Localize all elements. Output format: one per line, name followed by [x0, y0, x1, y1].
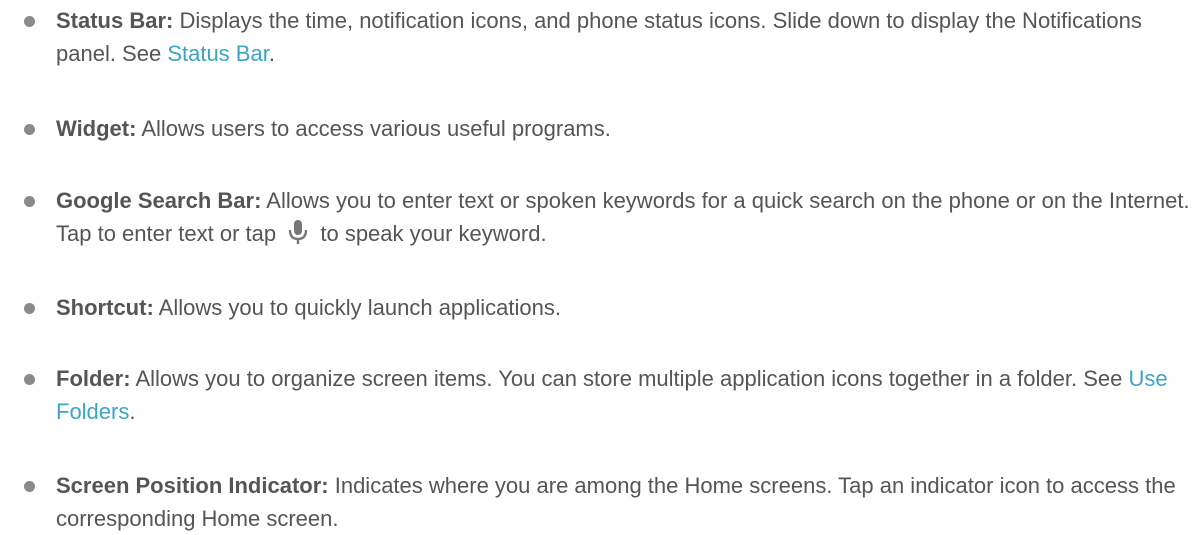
item-description: Allows you to quickly launch application…: [153, 295, 561, 320]
item-description: Allows you to organize screen items. You…: [130, 366, 1129, 391]
item-term: Widget:: [56, 116, 137, 141]
item-text: Status Bar: Displays the time, notificat…: [56, 4, 1197, 70]
microphone-icon: [289, 220, 308, 244]
status-bar-link[interactable]: Status Bar: [167, 41, 269, 66]
item-term: Screen Position Indicator:: [56, 473, 329, 498]
item-description: Allows users to access various useful pr…: [136, 116, 611, 141]
item-description-end: to speak your keyword.: [314, 221, 547, 246]
item-term: Status Bar:: [56, 8, 174, 33]
item-term: Folder:: [56, 366, 131, 391]
bullet: [24, 196, 35, 207]
item-description-end: .: [129, 399, 136, 424]
item-description-end: .: [268, 41, 275, 66]
item-text: Folder: Allows you to organize screen it…: [56, 362, 1197, 428]
item-text: Google Search Bar: Allows you to enter t…: [56, 184, 1197, 250]
bullet: [24, 481, 35, 492]
bullet: [24, 124, 35, 135]
bullet: [24, 16, 35, 27]
bullet: [24, 303, 35, 314]
item-term: Google Search Bar:: [56, 188, 262, 213]
item-term: Shortcut:: [56, 295, 154, 320]
bullet: [24, 374, 35, 385]
item-text: Screen Position Indicator: Indicates whe…: [56, 469, 1197, 535]
item-text: Shortcut: Allows you to quickly launch a…: [56, 291, 1197, 324]
item-text: Widget: Allows users to access various u…: [56, 112, 1197, 145]
